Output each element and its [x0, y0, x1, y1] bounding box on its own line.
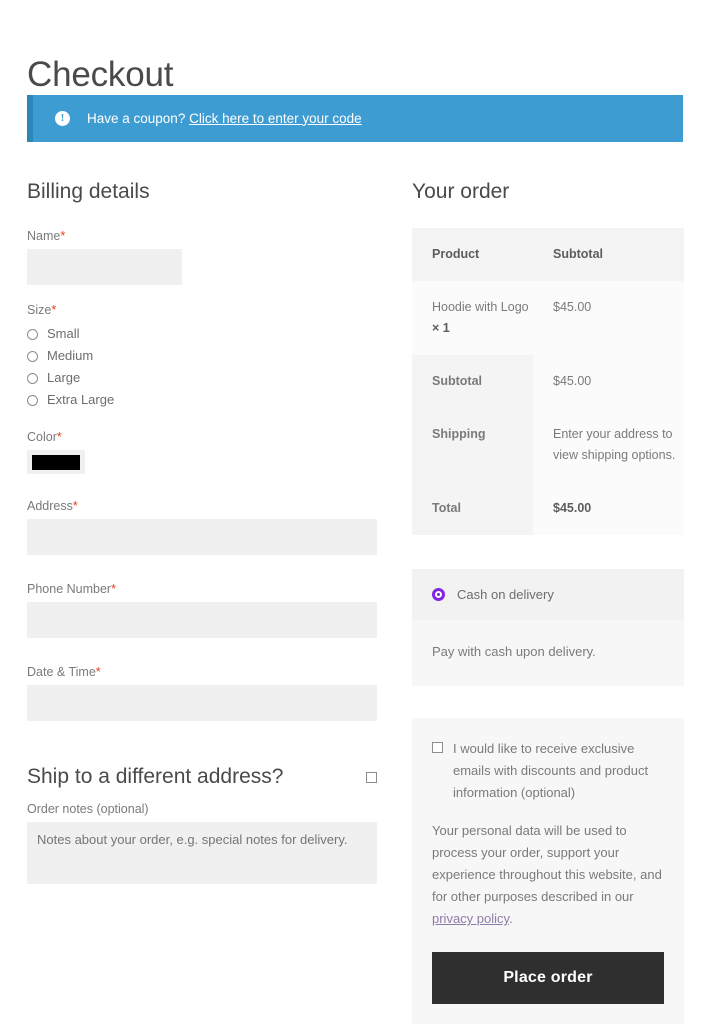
- required-mark: *: [51, 303, 57, 317]
- payment-method-label: Cash on delivery: [457, 587, 554, 602]
- field-name: Name*: [27, 228, 377, 285]
- billing-details-heading: Billing details: [27, 180, 150, 203]
- radio-icon: [27, 328, 38, 340]
- order-total-value: $45.00: [533, 482, 684, 535]
- marketing-optin-label: I would like to receive exclusive emails…: [453, 741, 649, 800]
- size-option-large[interactable]: Large: [27, 367, 377, 389]
- order-notes-label: Order notes (optional): [27, 802, 149, 816]
- order-item-name-cell: Hoodie with Logo × 1: [412, 281, 533, 355]
- ship-to-different-address-row[interactable]: Ship to a different address?: [27, 763, 377, 791]
- payment-method-cash-on-delivery[interactable]: Cash on delivery: [412, 569, 684, 620]
- phone-number-input[interactable]: [27, 602, 377, 638]
- ship-to-different-address-checkbox[interactable]: [366, 771, 377, 783]
- coupon-enter-code-link[interactable]: Click here to enter your code: [189, 111, 362, 126]
- phone-number-label: Phone Number*: [27, 582, 116, 596]
- order-line-item-row: Hoodie with Logo × 1 $45.00: [412, 281, 684, 355]
- marketing-optin-checkbox[interactable]: [432, 742, 443, 753]
- required-mark: *: [56, 430, 62, 444]
- size-option-label: Small: [47, 326, 80, 341]
- required-mark: *: [111, 582, 116, 596]
- privacy-policy-text: Your personal data will be used to proce…: [432, 820, 664, 930]
- order-submit-box: I would like to receive exclusive emails…: [412, 718, 684, 1024]
- column-header-product: Product: [432, 247, 480, 261]
- order-subtotal-row: Subtotal $45.00: [412, 355, 684, 408]
- order-shipping-value: Enter your address to view shipping opti…: [533, 408, 684, 482]
- field-phone-number: Phone Number*: [27, 581, 377, 638]
- order-subtotal-value: $45.00: [533, 355, 684, 408]
- field-date-time: Date & Time*: [27, 664, 377, 721]
- size-label: Size*: [27, 303, 57, 317]
- name-label: Name*: [27, 229, 66, 243]
- column-header-subtotal: Subtotal: [553, 247, 603, 261]
- color-swatch-button[interactable]: [27, 450, 85, 474]
- address-label: Address*: [27, 499, 78, 513]
- privacy-text-after: .: [509, 911, 513, 926]
- radio-icon: [27, 372, 38, 384]
- radio-selected-icon: [432, 588, 445, 601]
- place-order-button[interactable]: Place order: [432, 952, 664, 1004]
- field-order-notes: Order notes (optional): [27, 801, 377, 884]
- order-total-label: Total: [412, 482, 533, 535]
- size-option-label: Extra Large: [47, 392, 115, 407]
- size-option-label: Large: [47, 370, 81, 385]
- order-item-quantity: × 1: [432, 321, 450, 335]
- payment-method-description: Pay with cash upon delivery.: [432, 644, 596, 659]
- privacy-policy-link[interactable]: privacy policy: [432, 911, 509, 926]
- address-input[interactable]: [27, 519, 377, 555]
- coupon-prompt-label: Have a coupon?: [87, 110, 186, 126]
- your-order-heading: Your order: [412, 180, 510, 203]
- coupon-notice-text: Have a coupon? Click here to enter your …: [87, 110, 362, 128]
- radio-icon: [27, 394, 38, 406]
- name-input[interactable]: [27, 249, 182, 285]
- coupon-notice: ! Have a coupon? Click here to enter you…: [27, 95, 683, 142]
- order-total-row: Total $45.00: [412, 482, 684, 535]
- size-option-label: Medium: [47, 348, 94, 363]
- field-color: Color*: [27, 429, 377, 474]
- date-time-input[interactable]: [27, 685, 377, 721]
- size-option-medium[interactable]: Medium: [27, 345, 377, 367]
- billing-details-column: Billing details Name* Size* Small Medium: [27, 178, 377, 901]
- radio-icon: [27, 350, 38, 362]
- marketing-optin-row[interactable]: I would like to receive exclusive emails…: [432, 738, 664, 804]
- required-mark: *: [95, 665, 101, 679]
- size-option-small[interactable]: Small: [27, 323, 377, 345]
- order-notes-textarea[interactable]: [27, 822, 377, 884]
- privacy-text-before: Your personal data will be used to proce…: [432, 823, 662, 904]
- ship-to-different-address-title: Ship to a different address?: [27, 765, 284, 788]
- checkout-page: Checkout ! Have a coupon? Click here to …: [0, 0, 712, 1024]
- size-field: Size* Small Medium Large Extra Large: [27, 302, 377, 411]
- payment-methods-box: Cash on delivery Pay with cash upon deli…: [412, 569, 684, 686]
- color-swatch: [32, 454, 80, 470]
- your-order-column: Your order Product Subtotal Hoodie with …: [412, 178, 684, 1024]
- required-mark: *: [60, 229, 66, 243]
- color-label: Color*: [27, 430, 62, 444]
- info-circle-icon: !: [55, 111, 70, 126]
- page-title: Checkout: [27, 55, 174, 95]
- date-time-label: Date & Time*: [27, 665, 101, 679]
- order-subtotal-label: Subtotal: [412, 355, 533, 408]
- order-summary-table: Product Subtotal Hoodie with Logo × 1 $4…: [412, 228, 684, 535]
- size-option-extra-large[interactable]: Extra Large: [27, 389, 377, 411]
- required-mark: *: [72, 499, 78, 513]
- order-shipping-label: Shipping: [412, 408, 533, 482]
- order-table-header-row: Product Subtotal: [412, 228, 684, 281]
- field-address: Address*: [27, 498, 377, 555]
- order-item-subtotal: $45.00: [533, 281, 684, 355]
- order-item-name: Hoodie with Logo: [432, 300, 529, 314]
- order-shipping-row: Shipping Enter your address to view ship…: [412, 408, 684, 482]
